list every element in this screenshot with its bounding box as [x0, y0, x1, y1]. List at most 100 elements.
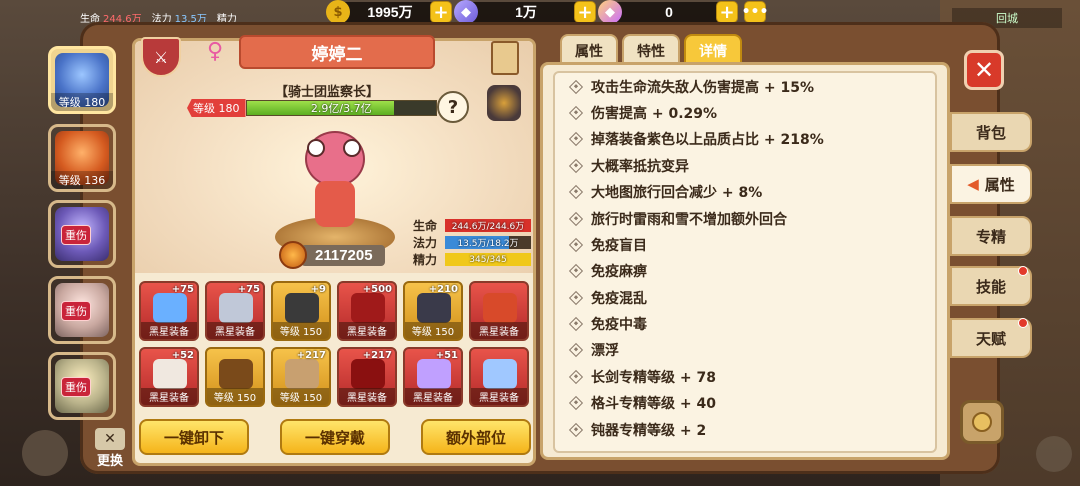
handshake-icon[interactable] [22, 430, 68, 476]
stat-bar: 13.5万/18.2万 [445, 236, 531, 249]
swap-button[interactable]: ✕ 更换 [92, 428, 128, 469]
equipment-panel: ⚔ ♀ 婷婷二 【骑士团监察长】 等级 180 2.9亿/3.7亿 ? 2117… [132, 35, 536, 466]
side-tab-label: 背包 [975, 123, 1006, 142]
close-button[interactable]: ✕ [964, 50, 1004, 90]
equipment-item-icon [219, 359, 253, 389]
add-gem-button[interactable]: + [716, 1, 738, 23]
detail-text: 免疫麻痹 [591, 264, 647, 281]
equipment-caption: 黑星装备 [405, 388, 461, 405]
equipment-item-icon [153, 359, 187, 389]
stat-label: 生命 [413, 219, 438, 233]
side-tab-bag[interactable]: 背包 [950, 112, 1032, 152]
unequip-all-button[interactable]: 一键卸下 [139, 419, 249, 455]
arrow-left-icon: ◀ [967, 175, 979, 193]
detail-text: 长剑专精等级 + 78 [591, 369, 716, 386]
detail-item: 旅行时雷雨和雪不增加额外回合 [568, 205, 824, 231]
help-button[interactable]: ? [437, 91, 469, 123]
equipment-item-icon [285, 293, 319, 323]
equipment-slot[interactable]: +210 等级 150 [403, 281, 463, 341]
equipment-slot[interactable]: +51 黑星装备 [403, 347, 463, 407]
clasp-button [972, 412, 992, 432]
equipment-caption: 黑星装备 [339, 322, 395, 339]
detail-text: 免疫中毒 [591, 317, 647, 334]
equipment-slot[interactable]: +75 黑星装备 [205, 281, 265, 341]
character-sprite [297, 131, 373, 231]
codex-icon[interactable] [491, 41, 519, 75]
diamond-bullet-icon [568, 79, 584, 94]
detail-text: 攻击生命流失敌人伤害提高 + 15% [591, 79, 814, 96]
equipment-item-icon [219, 293, 253, 323]
enhance-level: +51 [435, 350, 458, 361]
stat-value: 345/345 [469, 254, 507, 265]
gem-icon: ◆ [598, 0, 622, 24]
detail-text: 伤害提高 + 0.29% [591, 105, 718, 122]
enhance-level: +217 [362, 350, 392, 361]
equipment-slot[interactable]: +9 等级 150 [271, 281, 331, 341]
equipment-caption: 黑星装备 [471, 388, 527, 405]
gem-resource: ◆ 0 + [598, 0, 738, 24]
sprite-body [315, 181, 355, 227]
power-icon [279, 241, 307, 269]
portrait-level: 等级 136 [51, 171, 113, 189]
equipment-slot[interactable]: +75 黑星装备 [139, 281, 199, 341]
portrait-5[interactable]: 重伤 [48, 352, 116, 420]
equipment-grid: +75 黑星装备 +75 黑星装备 +9 等级 150 +500 黑星装备 +210 等级 150… [139, 281, 531, 407]
stat-bar: 244.6万/244.6万 [445, 219, 531, 232]
armor-set-icon[interactable] [487, 85, 521, 121]
equipment-slot[interactable]: +217 等级 150 [271, 347, 331, 407]
level-hp-bar: 等级 180 2.9亿/3.7亿 [187, 99, 437, 117]
coin-icon: $ [326, 0, 350, 24]
detail-item: 长剑专精等级 + 78 [568, 364, 824, 390]
detail-item: 伤害提高 + 0.29% [568, 100, 824, 126]
portrait-3[interactable]: 重伤 [48, 200, 116, 268]
detail-text: 免疫盲目 [591, 237, 647, 254]
sprite-eye-left [307, 139, 325, 157]
details-scroll[interactable]: 攻击生命流失敌人伤害提高 + 15% 伤害提高 + 0.29% 掉落装备紫色以上品质… [553, 71, 937, 453]
injury-badge: 重伤 [61, 301, 91, 321]
side-tab-attributes[interactable]: ◀ 属性 [950, 164, 1032, 204]
add-diamond-button[interactable]: + [574, 1, 596, 23]
book-clasp [960, 400, 1004, 444]
equip-all-button[interactable]: 一键穿戴 [280, 419, 390, 455]
side-tab-talents[interactable]: 天赋 [950, 318, 1032, 358]
equipment-slot[interactable]: 等级 150 [205, 347, 265, 407]
detail-item: 免疫麻痹 [568, 258, 824, 284]
equipment-slot[interactable]: +217 黑星装备 [337, 347, 397, 407]
diamond-bullet-icon [568, 105, 584, 121]
portrait-1[interactable]: 等级 180 [48, 46, 116, 114]
diamond-bullet-icon [568, 237, 584, 252]
stat-label: 法力 [413, 236, 438, 250]
equipment-item-icon [417, 359, 451, 389]
class-shield-icon[interactable]: ⚔ [141, 37, 181, 77]
detail-item: 免疫中毒 [568, 311, 824, 337]
stat-row: 法力 13.5万/18.2万 [413, 234, 531, 251]
detail-item: 格斗专精等级 + 40 [568, 390, 824, 416]
diamond-resource: ◆ 1万 + [454, 0, 596, 24]
side-tab-mastery[interactable]: 专精 [950, 216, 1032, 256]
detail-text: 漂浮 [591, 343, 619, 360]
equipment-item-icon [153, 293, 187, 323]
equipment-slot[interactable]: 黑星装备 [469, 347, 529, 407]
detail-item: 免疫混乱 [568, 285, 824, 311]
gem-value: 0 [665, 4, 673, 20]
equipment-slot[interactable]: +52 黑星装备 [139, 347, 199, 407]
diamond-bullet-icon [568, 317, 584, 332]
portrait-2[interactable]: 等级 136 [48, 124, 116, 192]
add-gold-button[interactable]: + [430, 1, 452, 23]
side-tab-label: 天赋 [975, 329, 1006, 348]
side-tab-label: 专精 [975, 227, 1006, 246]
extra-slots-button[interactable]: 额外部位 [421, 419, 531, 455]
equipment-item-icon [483, 359, 517, 389]
female-icon: ♀ [207, 39, 224, 64]
detail-text: 掉落装备紫色以上品质占比 + 218% [591, 132, 824, 149]
equipment-slot[interactable]: +500 黑星装备 [337, 281, 397, 341]
equipment-slot[interactable]: 黑星装备 [469, 281, 529, 341]
portrait-4[interactable]: 重伤 [48, 276, 116, 344]
swap-icon: ✕ [95, 428, 125, 450]
refresh-icon[interactable] [1036, 436, 1072, 472]
character-name: 婷婷二 [239, 35, 435, 69]
injury-badge: 重伤 [61, 225, 91, 245]
more-menu-button[interactable]: ••• [742, 1, 768, 23]
equipment-caption: 黑星装备 [471, 322, 527, 339]
side-tab-skills[interactable]: 技能 [950, 266, 1032, 306]
